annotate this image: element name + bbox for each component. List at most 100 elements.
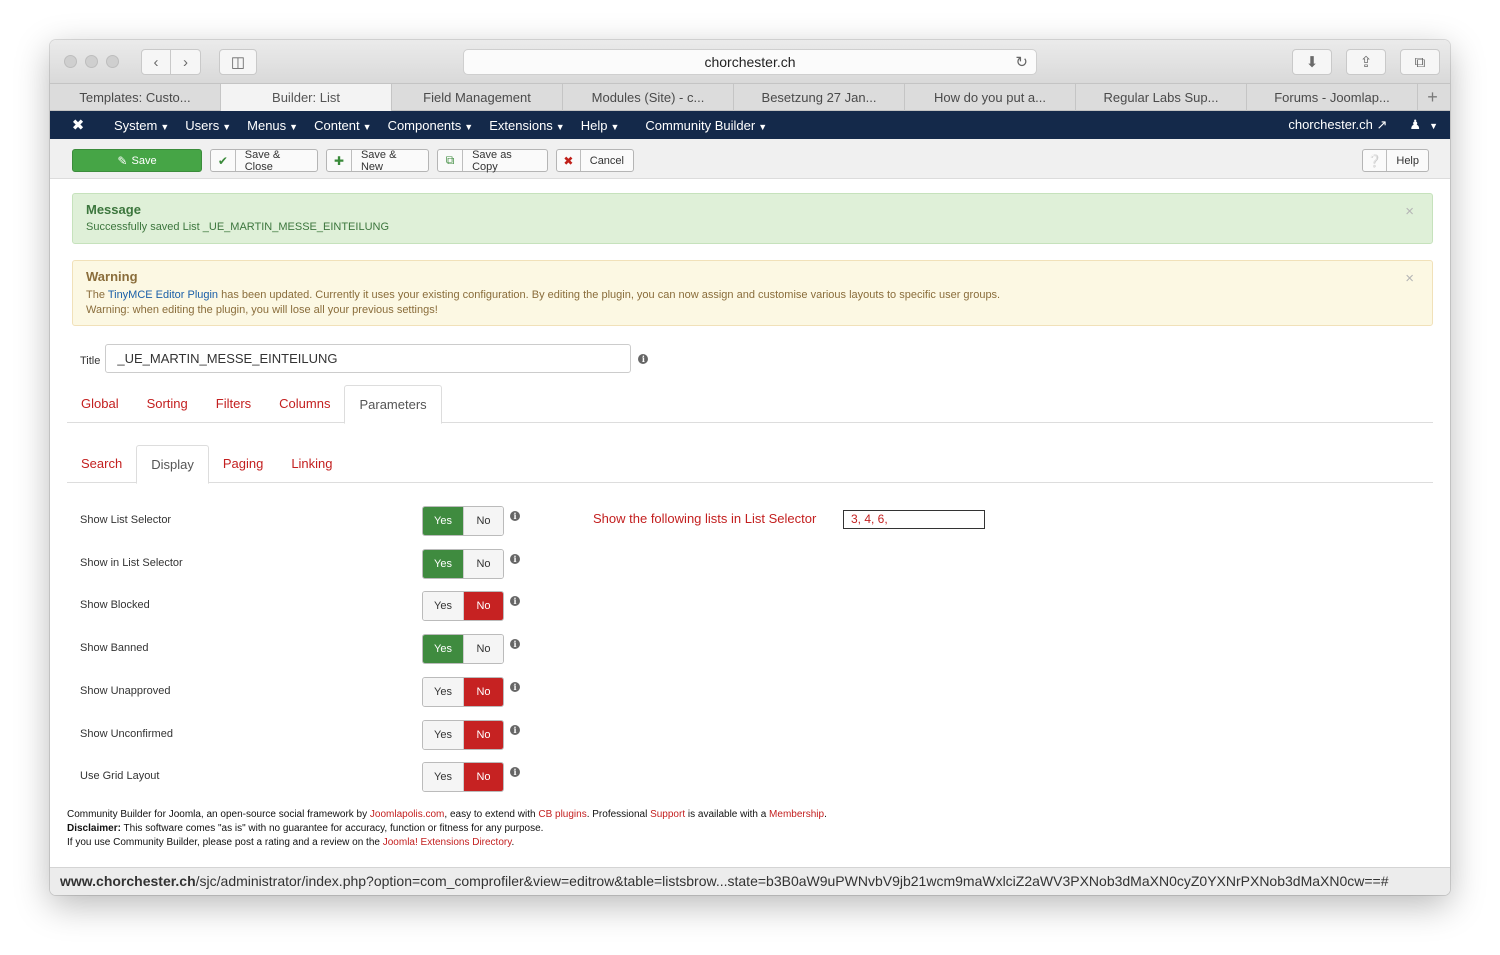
membership-link[interactable]: Membership xyxy=(769,809,824,820)
no-option[interactable]: No xyxy=(463,678,503,706)
warning-line2: Warning: when editing the plugin, you wi… xyxy=(86,304,438,316)
share-icon: ⇪ xyxy=(1359,54,1373,71)
downloads-button[interactable]: ⬇ xyxy=(1292,49,1332,75)
save-new-button[interactable]: ✚ Save & New xyxy=(326,149,429,173)
tab-parameters[interactable]: Parameters xyxy=(344,385,442,424)
menu-extensions[interactable]: Extensions ▼ xyxy=(481,118,573,133)
browser-tab[interactable]: Besetzung 27 Jan... xyxy=(734,84,905,111)
info-icon[interactable]: i xyxy=(510,725,520,735)
param-label: Show Blocked xyxy=(80,599,150,611)
download-icon: ⬇ xyxy=(1305,54,1319,71)
forward-button[interactable]: › xyxy=(171,49,201,75)
caret-down-icon: ▼ xyxy=(555,121,565,132)
browser-tab[interactable]: Forums - Joomlap... xyxy=(1247,84,1418,111)
menu-menus[interactable]: Menus ▼ xyxy=(239,118,306,133)
info-icon[interactable]: i xyxy=(510,682,520,692)
new-tab-button[interactable]: + xyxy=(1418,84,1447,110)
joomlapolis-link[interactable]: Joomlapolis.com xyxy=(370,809,444,820)
yes-option[interactable]: Yes xyxy=(423,507,463,535)
menu-content[interactable]: Content ▼ xyxy=(306,118,379,133)
yes-option[interactable]: Yes xyxy=(423,592,463,620)
info-icon[interactable]: i xyxy=(510,639,520,649)
tab-paging[interactable]: Paging xyxy=(209,445,277,483)
zoom-window-button[interactable] xyxy=(106,55,119,68)
site-link[interactable]: chorchester.ch ↗ xyxy=(1288,117,1409,133)
menu-community-builder[interactable]: Community Builder ▼ xyxy=(637,118,775,133)
user-menu[interactable]: ♟ ▼ xyxy=(1409,117,1450,133)
param-label: Show List Selector xyxy=(80,514,172,526)
user-icon: ♟ xyxy=(1409,117,1422,132)
status-path: /sjc/administrator/index.php?option=com_… xyxy=(195,873,1389,889)
close-icon[interactable]: × xyxy=(1405,203,1414,220)
share-button[interactable]: ⇪ xyxy=(1346,49,1386,75)
browser-tab[interactable]: Field Management xyxy=(392,84,563,111)
save-copy-button[interactable]: ⧉ Save as Copy xyxy=(437,149,548,173)
save-close-button[interactable]: ✔ Save & Close xyxy=(210,149,318,173)
address-bar[interactable]: chorchester.ch ↻ xyxy=(463,49,1037,75)
support-link[interactable]: Support xyxy=(650,809,685,820)
minimize-window-button[interactable] xyxy=(85,55,98,68)
menu-components[interactable]: Components ▼ xyxy=(380,118,482,133)
save-button[interactable]: ✎ Save xyxy=(72,149,202,172)
yes-no-toggle: Yes No xyxy=(422,634,504,664)
title-label: Title xyxy=(80,354,101,367)
yes-option[interactable]: Yes xyxy=(423,763,463,791)
yes-no-toggle: Yes No xyxy=(422,720,504,750)
yes-no-toggle: Yes No xyxy=(422,506,504,536)
tab-display[interactable]: Display xyxy=(136,445,209,484)
close-icon[interactable]: × xyxy=(1405,270,1414,287)
cb-plugins-link[interactable]: CB plugins xyxy=(538,809,586,820)
close-window-button[interactable] xyxy=(64,55,77,68)
info-icon[interactable]: i xyxy=(638,353,649,364)
tab-sorting[interactable]: Sorting xyxy=(133,385,202,423)
back-button[interactable]: ‹ xyxy=(141,49,171,75)
info-icon[interactable]: i xyxy=(510,596,520,606)
reload-icon[interactable]: ↻ xyxy=(1015,50,1028,75)
sidebar-icon: ◫ xyxy=(230,54,246,71)
caret-down-icon: ▼ xyxy=(362,121,372,132)
yes-option[interactable]: Yes xyxy=(423,635,463,663)
browser-tab[interactable]: Regular Labs Sup... xyxy=(1076,84,1247,111)
tab-search[interactable]: Search xyxy=(67,445,136,483)
tab-filters[interactable]: Filters xyxy=(202,385,265,423)
title-input[interactable]: _UE_MARTIN_MESSE_EINTEILUNG xyxy=(105,344,632,373)
browser-tab[interactable]: How do you put a... xyxy=(905,84,1076,111)
param-row: Use Grid Layout Yes No i xyxy=(80,762,980,792)
tab-global[interactable]: Global xyxy=(67,385,133,423)
param-row: Show Blocked Yes No i xyxy=(80,591,980,621)
no-option[interactable]: No xyxy=(463,721,503,749)
browser-tab[interactable]: Templates: Custo... xyxy=(50,84,221,111)
jed-link[interactable]: Joomla! Extensions Directory xyxy=(383,837,512,848)
tab-linking[interactable]: Linking xyxy=(277,445,346,483)
info-icon[interactable]: i xyxy=(510,554,520,564)
no-option[interactable]: No xyxy=(463,507,503,535)
no-option[interactable]: No xyxy=(463,635,503,663)
caret-down-icon: ▼ xyxy=(160,121,170,132)
tab-overview-button[interactable]: ⧉ xyxy=(1400,49,1440,75)
sidebar-toggle-button[interactable]: ◫ xyxy=(219,49,257,75)
no-option[interactable]: No xyxy=(463,550,503,578)
menu-help[interactable]: Help ▼ xyxy=(573,118,628,133)
yes-option[interactable]: Yes xyxy=(423,550,463,578)
yes-option[interactable]: Yes xyxy=(423,721,463,749)
help-button[interactable]: ❔ Help xyxy=(1362,149,1429,172)
footer-line-1: Community Builder for Joomla, an open-so… xyxy=(67,809,827,820)
list-selector-input[interactable]: 3, 4, 6, xyxy=(843,510,985,529)
caret-down-icon: ▼ xyxy=(610,121,620,132)
info-icon[interactable]: i xyxy=(510,511,520,521)
menu-users[interactable]: Users ▼ xyxy=(177,118,239,133)
joomla-logo-icon[interactable]: ✖ xyxy=(50,116,106,134)
info-icon[interactable]: i xyxy=(510,767,520,777)
cancel-button[interactable]: ✖ Cancel xyxy=(556,149,634,172)
footer: Community Builder for Joomla, an open-so… xyxy=(67,808,827,850)
edit-icon: ✎ xyxy=(117,153,128,168)
no-option[interactable]: No xyxy=(463,763,503,791)
yes-option[interactable]: Yes xyxy=(423,678,463,706)
no-option[interactable]: No xyxy=(463,592,503,620)
title-row: Title _UE_MARTIN_MESSE_EINTEILUNG i xyxy=(80,344,649,373)
menu-system[interactable]: System ▼ xyxy=(106,118,177,133)
tinymce-plugin-link[interactable]: TinyMCE Editor Plugin xyxy=(108,289,218,301)
browser-tab[interactable]: Modules (Site) - c... xyxy=(563,84,734,111)
tab-columns[interactable]: Columns xyxy=(265,385,344,423)
browser-tab-active[interactable]: Builder: List xyxy=(221,84,392,111)
